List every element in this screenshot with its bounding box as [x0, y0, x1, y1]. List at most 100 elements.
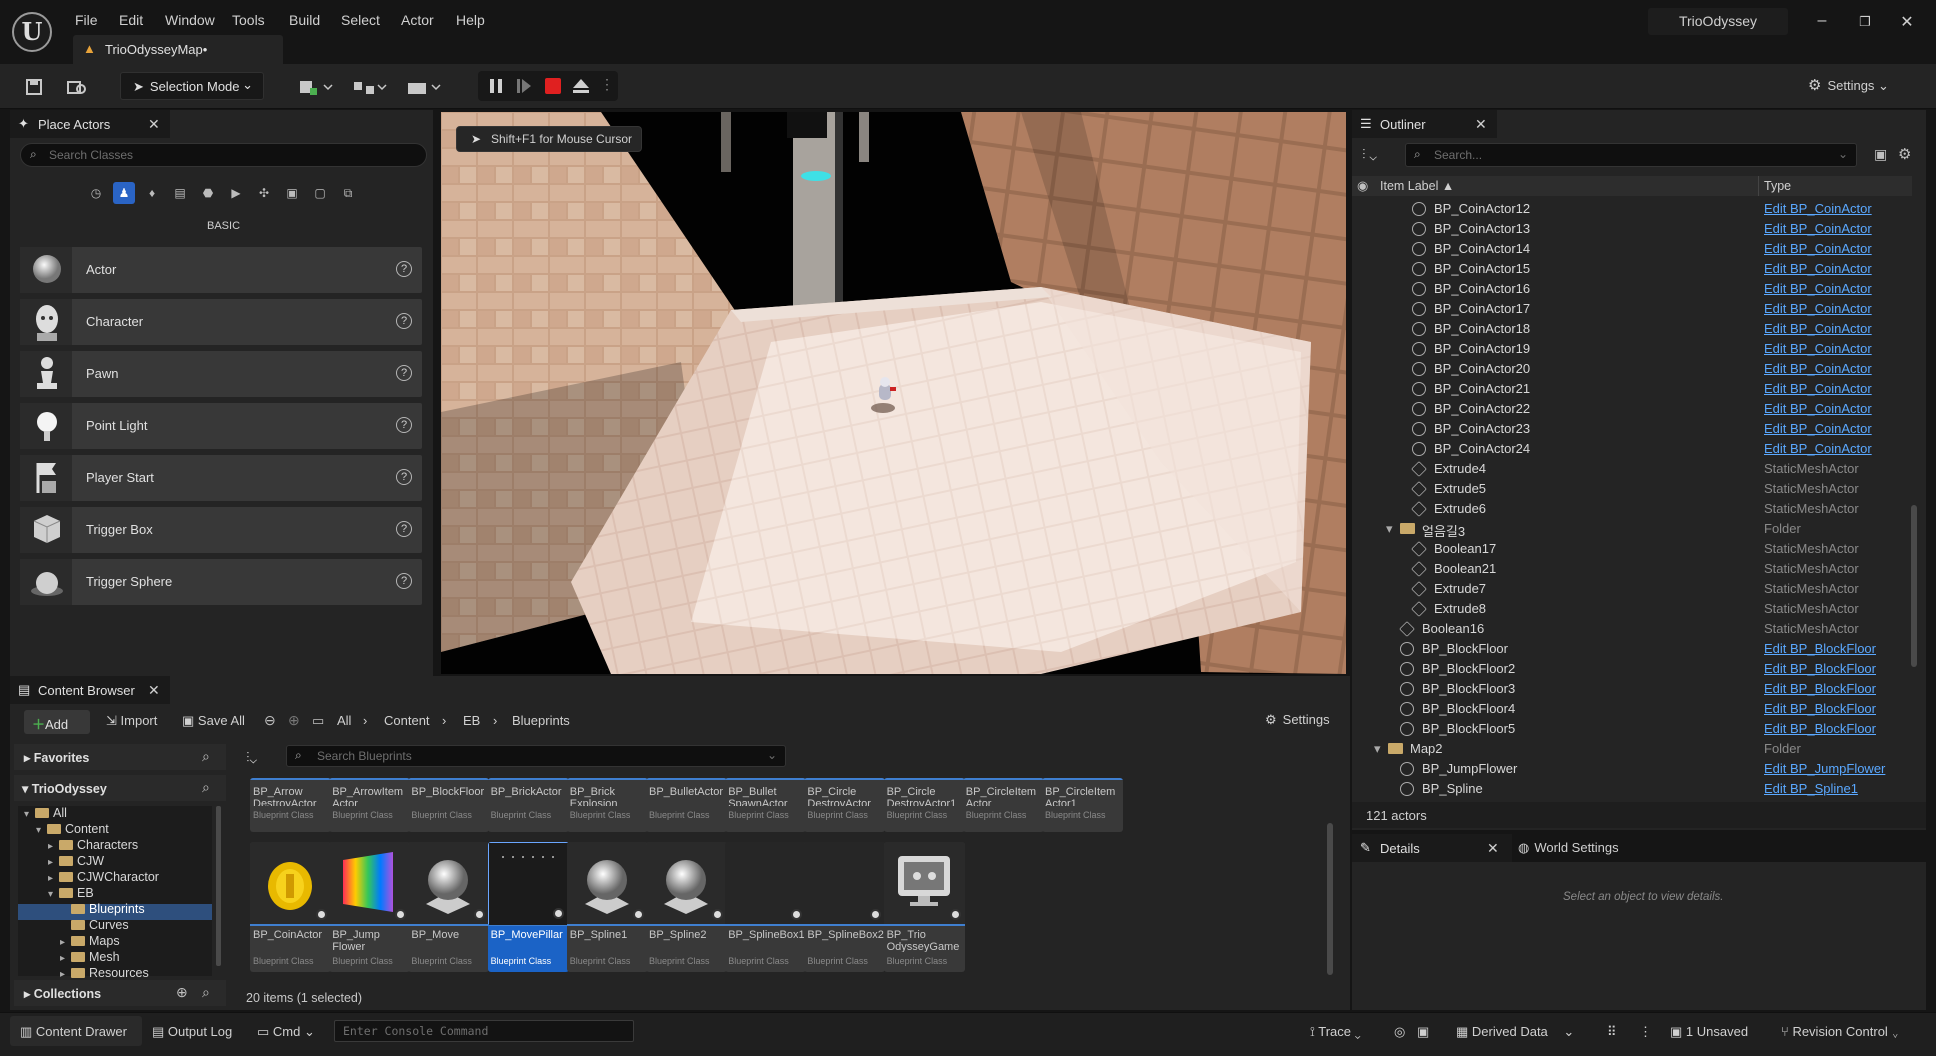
menu-select[interactable]: Select [341, 10, 380, 30]
level-tab[interactable]: ▲ TrioOdysseyMap• [73, 35, 283, 64]
outliner-row[interactable]: BP_BlockFloor4 Edit BP_BlockFloor [1352, 699, 1912, 719]
menu-edit[interactable]: Edit [119, 10, 143, 30]
stop-icon[interactable] [545, 78, 561, 94]
outliner-row[interactable]: Boolean21 StaticMeshActor [1352, 559, 1912, 579]
console-input[interactable]: Enter Console Command [334, 1020, 634, 1042]
outliner-row[interactable]: BP_CoinActor16 Edit BP_CoinActor [1352, 279, 1912, 299]
edit-blueprint-link[interactable]: Edit BP_CoinActor [1764, 221, 1872, 236]
help-icon[interactable]: ? [396, 365, 412, 381]
edit-blueprint-link[interactable]: Edit BP_CoinActor [1764, 201, 1872, 216]
recent-icon[interactable]: ◷ [85, 182, 107, 204]
search-icon[interactable]: ⌕ [202, 984, 210, 1001]
asset-scrollbar[interactable] [1327, 823, 1333, 975]
search-icon[interactable]: ⌕ [202, 779, 210, 796]
menu-window[interactable]: Window [165, 10, 215, 30]
asset-tile[interactable]: BP_BlockFloor Blueprint Class [408, 778, 490, 832]
help-icon[interactable]: ? [396, 313, 412, 329]
edit-blueprint-link[interactable]: Edit BP_BlockFloor [1764, 721, 1876, 736]
help-icon[interactable]: ? [396, 521, 412, 537]
camera-icon[interactable]: ▣ [1417, 1024, 1429, 1040]
outliner-row[interactable]: BP_CoinActor14 Edit BP_CoinActor [1352, 239, 1912, 259]
folder-tree-item[interactable]: ▸ Maps [60, 934, 120, 950]
unreal-logo-icon[interactable]: U [12, 12, 52, 52]
favorites-header[interactable]: ▸ Favorites [24, 750, 89, 765]
filter-icon[interactable]: ⫶ ⌄ [1362, 146, 1377, 163]
expand-arrow-icon[interactable]: ▸ [60, 937, 71, 948]
gear-icon[interactable]: ⚙ [1898, 145, 1911, 163]
item-label-column[interactable]: Item Label ▲ [1380, 179, 1454, 193]
close-icon[interactable]: ✕ [148, 682, 160, 699]
menu-help[interactable]: Help [456, 10, 485, 30]
save-icon[interactable] [20, 74, 48, 100]
asset-tile[interactable]: BP_Bullet SpawnActor Blueprint Class [725, 778, 807, 832]
record-icon[interactable]: ◎ [1394, 1024, 1405, 1040]
asset-tile[interactable]: BP_Brick Explosion Blueprint Class [566, 778, 648, 832]
folder-icon[interactable]: ▭ [312, 713, 324, 729]
outliner-row[interactable]: BP_BlockFloor Edit BP_BlockFloor [1352, 639, 1912, 659]
cinematics-icon[interactable] [404, 74, 444, 100]
close-icon[interactable]: ✕ [1487, 840, 1499, 857]
output-log-button[interactable]: ▤ Output Log [152, 1024, 232, 1040]
import-button[interactable]: ⇲ Import [106, 713, 157, 729]
outliner-row[interactable]: BP_CoinActor23 Edit BP_CoinActor [1352, 419, 1912, 439]
folder-tree-item[interactable]: ▸ CJWCharactor [48, 870, 159, 886]
edit-blueprint-link[interactable]: Edit BP_CoinActor [1764, 301, 1872, 316]
expand-arrow-icon[interactable]: ▾ [48, 889, 59, 900]
breadcrumb-blueprints[interactable]: Blueprints [512, 713, 570, 728]
type-column[interactable]: Type [1764, 179, 1791, 193]
add-collection-icon[interactable]: ⊕ [176, 984, 188, 1001]
light-icon[interactable]: ♦ [141, 182, 163, 204]
selection-mode-dropdown[interactable]: ➤ Selection Mode ⌄ [120, 72, 264, 100]
asset-tile[interactable]: BP_BrickActor Blueprint Class [487, 778, 569, 832]
folder-tree-item[interactable]: ▸ Mesh [60, 950, 120, 966]
volumes-icon[interactable]: ✣ [253, 182, 275, 204]
outliner-row[interactable]: BP_CoinActor21 Edit BP_CoinActor [1352, 379, 1912, 399]
outliner-row[interactable]: BP_CoinActor22 Edit BP_CoinActor [1352, 399, 1912, 419]
edit-blueprint-link[interactable]: Edit BP_JumpFlower [1764, 761, 1885, 776]
more-options-icon[interactable]: ⋮ [1639, 1024, 1652, 1040]
asset-tile[interactable]: BP_Move Blueprint Class [408, 842, 490, 972]
unsaved-button[interactable]: ▣ 1 Unsaved [1670, 1024, 1748, 1040]
basic-category-icon[interactable]: ♟ [113, 182, 135, 204]
project-header[interactable]: ▾ TrioOdyssey [22, 781, 107, 796]
menu-file[interactable]: File [75, 10, 98, 30]
save-all-button[interactable]: ▣ Save All [182, 713, 245, 729]
place-point-light-item[interactable]: Point Light? [20, 403, 422, 449]
edit-blueprint-link[interactable]: Edit BP_Spline1 [1764, 781, 1858, 796]
blueprint-search-input[interactable]: ⌕ Search Blueprints ⌄ [286, 745, 786, 767]
outliner-row[interactable]: BP_CoinActor13 Edit BP_CoinActor [1352, 219, 1912, 239]
asset-tile[interactable]: BP_CircleItem Actor Blueprint Class [962, 778, 1044, 832]
outliner-row[interactable]: Extrude4 StaticMeshActor [1352, 459, 1912, 479]
outliner-row[interactable]: ▾ Map2 Folder [1352, 739, 1912, 759]
forward-icon[interactable]: ⊕ [288, 712, 300, 729]
asset-tile[interactable]: BP_CircleItem Actor1 Blueprint Class [1042, 778, 1123, 832]
outliner-row[interactable]: BP_CoinActor20 Edit BP_CoinActor [1352, 359, 1912, 379]
more-options-icon[interactable]: ⋮ [600, 76, 614, 93]
revision-control-dropdown[interactable]: ⑂ Revision Control ⌄ [1781, 1024, 1899, 1039]
edit-blueprint-link[interactable]: Edit BP_CoinActor [1764, 441, 1872, 456]
breadcrumb-content[interactable]: Content [384, 713, 430, 728]
close-window-icon[interactable]: ✕ [1897, 12, 1917, 32]
expand-arrow-icon[interactable]: ▸ [48, 857, 59, 868]
outliner-row[interactable]: Extrude5 StaticMeshActor [1352, 479, 1912, 499]
trace-dropdown[interactable]: ⟟ Trace ⌄ [1310, 1024, 1361, 1040]
folder-tree-item[interactable]: ▾ Content [36, 822, 109, 838]
outliner-row[interactable]: BP_BlockFloor2 Edit BP_BlockFloor [1352, 659, 1912, 679]
help-icon[interactable]: ? [396, 469, 412, 485]
edit-blueprint-link[interactable]: Edit BP_CoinActor [1764, 361, 1872, 376]
asset-tile[interactable]: BP_Spline1 Blueprint Class [566, 842, 648, 972]
eject-icon[interactable] [572, 78, 590, 94]
asset-tile[interactable]: BP_Spline2 Blueprint Class [646, 842, 727, 972]
visibility-icon[interactable]: ◉ [1357, 178, 1368, 194]
expand-arrow-icon[interactable]: ▾ [1386, 521, 1393, 537]
outliner-row[interactable]: Extrude7 StaticMeshActor [1352, 579, 1912, 599]
expand-arrow-icon[interactable]: ▾ [1374, 741, 1381, 757]
folder-tree-item[interactable]: Curves [60, 918, 129, 934]
expand-arrow-icon[interactable]: ▸ [60, 953, 71, 964]
breadcrumb-eb[interactable]: EB [463, 713, 480, 728]
edit-blueprint-link[interactable]: Edit BP_BlockFloor [1764, 661, 1876, 676]
edit-blueprint-link[interactable]: Edit BP_BlockFloor [1764, 641, 1876, 656]
edit-blueprint-link[interactable]: Edit BP_CoinActor [1764, 421, 1872, 436]
expand-arrow-icon[interactable]: ▾ [36, 825, 47, 836]
outliner-scrollbar[interactable] [1911, 505, 1917, 667]
